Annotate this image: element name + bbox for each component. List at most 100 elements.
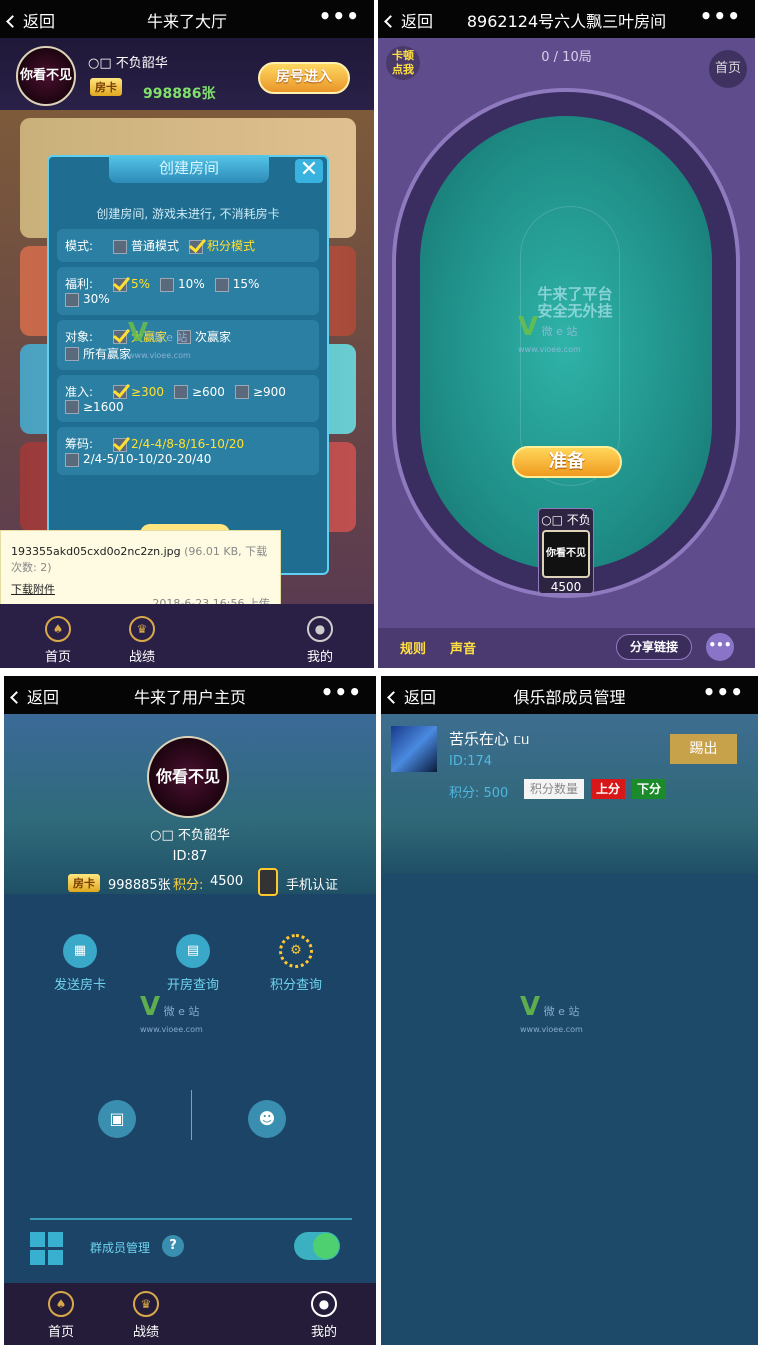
sound-button[interactable]: 声音 [450, 638, 476, 657]
top-bar: 返回 牛来了大厅 ••• [0, 0, 374, 38]
group-management-toggle[interactable] [294, 1232, 340, 1260]
points-value: 4500 [210, 874, 244, 889]
dialog-row: 筹码: 2/4-4/8-8/16-10/202/4-5/10-10/20-20/4… [57, 427, 319, 475]
row-label: 模式: [65, 239, 94, 253]
more-icon[interactable]: ••• [321, 680, 362, 704]
spade-icon: ♠ [48, 1291, 74, 1317]
dialog-title: 创建房间 [109, 155, 269, 183]
option-checkbox[interactable]: 积分模式 [189, 237, 255, 254]
points-query-button[interactable]: ⚙ 积分查询 [260, 934, 332, 993]
divider [30, 1218, 352, 1220]
contacts-icon[interactable]: ☻ [248, 1100, 286, 1138]
ready-button[interactable]: 准备 [512, 446, 622, 478]
option-label: 普通模式 [131, 239, 180, 253]
option-label: 2/4-4/8-8/16-10/20 [131, 437, 245, 451]
top-bar: 返回 俱乐部成员管理 ••• [381, 676, 758, 714]
more-icon[interactable]: ••• [700, 4, 741, 28]
cards-icon: ▦ [63, 934, 97, 968]
tab-home[interactable]: ♠ 首页 [39, 1291, 83, 1340]
option-checkbox[interactable]: 2/4-5/10-10/20-20/40 [65, 452, 211, 467]
more-icon[interactable]: ••• [319, 4, 360, 28]
tab-records[interactable]: ♛ 战绩 [120, 616, 164, 665]
checkbox-icon [65, 292, 79, 307]
bottom-tab-bar: ♠ 首页 ♛ 战绩 ● 我的 [0, 604, 374, 668]
checkbox-icon [65, 400, 79, 414]
home-button[interactable]: 首页 [709, 50, 747, 88]
top-bar: 返回 牛来了用户主页 ••• [4, 676, 376, 714]
player-name: ○□ 不负 [541, 513, 591, 527]
watermark: V 微 e 站 www.vioee.com [128, 318, 191, 360]
phone-icon [258, 868, 278, 896]
bottom-tab-bar: ♠ 首页 ♛ 战绩 ● 我的 [4, 1283, 376, 1345]
phone-verify[interactable]: 手机认证 [286, 874, 338, 893]
help-icon[interactable]: ? [162, 1235, 184, 1257]
option-checkbox[interactable]: 普通模式 [113, 237, 179, 254]
option-label: 5% [131, 277, 151, 291]
page-title: 俱乐部成员管理 [513, 688, 626, 707]
create-room-dialog: 创建房间 ✕ 创建房间, 游戏未进行, 不消耗房卡 模式: 普通模式 积分模式 福利:… [47, 155, 329, 575]
member-points: 积分: 500 [449, 786, 509, 801]
option-checkbox[interactable]: ≥300 [113, 384, 164, 399]
chat-icon[interactable]: ••• [706, 633, 734, 661]
username: ○□ 不负韶华 [88, 56, 168, 71]
option-checkbox[interactable]: 所有赢家 [65, 345, 131, 362]
attachment-filename: 193355akd05cxd0o2nc2zn.jpg [11, 545, 181, 558]
player-seat[interactable]: ○□ 不负 你看不见 4500 [538, 508, 594, 594]
room-query-button[interactable]: ▤ 开房查询 [157, 934, 229, 993]
checkbox-checked-icon [113, 437, 127, 452]
member-name: 苦乐在心 ᥴᥙ [449, 730, 530, 748]
option-checkbox[interactable]: 30% [65, 292, 110, 307]
tab-mine[interactable]: ● 我的 [302, 1291, 346, 1340]
send-card-button[interactable]: ▦ 发送房卡 [44, 934, 116, 993]
watermark: V 微 e 站 www.vioee.com [518, 312, 581, 354]
checkbox-icon [65, 347, 79, 361]
option-label: 10% [178, 277, 205, 291]
room-card-badge: 房卡 [90, 78, 122, 96]
option-checkbox[interactable]: ≥600 [173, 385, 225, 399]
member-card-icon[interactable]: ▣ [98, 1100, 136, 1138]
option-checkbox[interactable]: 5% [113, 277, 150, 292]
member-avatar [391, 726, 437, 772]
option-label: 2/4-5/10-10/20-20/40 [83, 452, 212, 466]
close-icon[interactable]: ✕ [295, 159, 323, 183]
divider [191, 1090, 192, 1140]
option-checkbox[interactable]: ≥900 [234, 384, 286, 399]
rules-button[interactable]: 规则 [400, 638, 426, 657]
option-checkbox[interactable]: 15% [214, 277, 259, 292]
round-counter: 0 / 10局 [541, 50, 592, 65]
row-label: 筹码: [65, 437, 94, 451]
points-quantity-input[interactable]: 积分数量 [524, 779, 584, 799]
option-label: 30% [83, 292, 110, 306]
tab-home[interactable]: ♠ 首页 [36, 616, 80, 665]
checkbox-icon [214, 277, 229, 292]
kick-button[interactable]: 踢出 [670, 734, 737, 764]
checkbox-icon [160, 277, 175, 292]
document-search-icon: ▤ [176, 934, 210, 968]
trophy-icon: ♛ [129, 616, 155, 642]
avatar[interactable]: 你看不见 [16, 46, 76, 106]
tab-mine[interactable]: ● 我的 [298, 616, 342, 665]
checkbox-checked-icon [113, 385, 127, 399]
row-label: 准入: [65, 384, 94, 399]
option-checkbox[interactable]: 10% [160, 277, 205, 292]
checkbox-icon [113, 239, 127, 254]
option-label: ≥900 [252, 384, 286, 399]
room-number-join-button[interactable]: 房号进入 [258, 62, 350, 94]
checkbox-checked-icon [113, 277, 127, 292]
option-checkbox[interactable]: ≥1600 [65, 399, 124, 414]
option-label: ≥1600 [83, 399, 124, 414]
bottom-toolbar: 规则 声音 分享链接 ••• [378, 628, 755, 668]
more-icon[interactable]: ••• [703, 680, 744, 704]
share-link-button[interactable]: 分享链接 [616, 634, 692, 660]
toggle-knob [313, 1233, 339, 1259]
checkbox-checked-icon [189, 239, 204, 254]
tab-records[interactable]: ♛ 战绩 [124, 1291, 168, 1340]
avatar[interactable]: 你看不见 [147, 736, 229, 818]
trophy-icon: ♛ [133, 1291, 159, 1317]
option-checkbox[interactable]: 2/4-4/8-8/16-10/20 [113, 437, 244, 452]
top-bar: 返回 8962124号六人飘三叶房间 ••• [378, 0, 755, 38]
player-score: 4500 [550, 580, 582, 594]
deduct-points-button[interactable]: 下分 [632, 779, 666, 799]
add-points-button[interactable]: 上分 [591, 779, 625, 799]
option-label: ≥300 [131, 384, 164, 399]
